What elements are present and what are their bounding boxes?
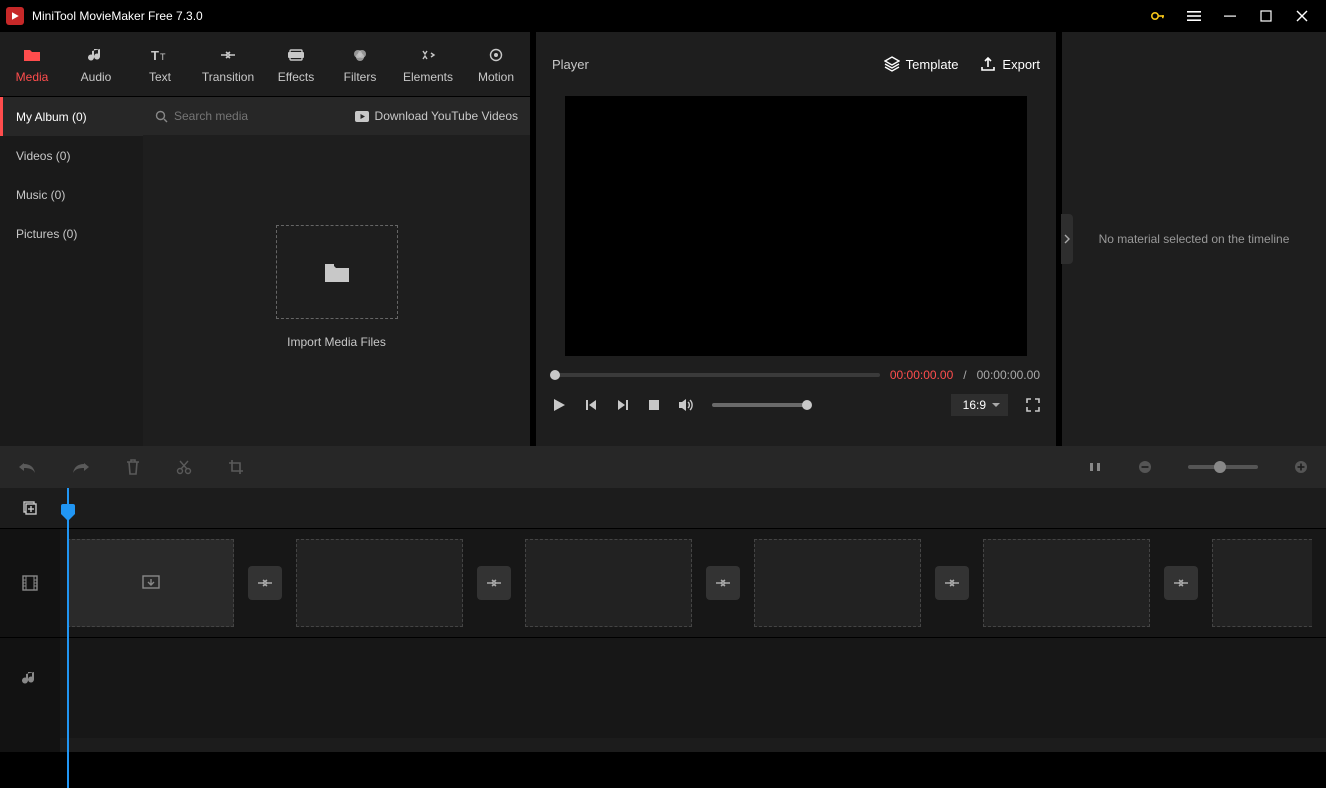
- stop-button[interactable]: [648, 399, 660, 411]
- clip-drop-slot[interactable]: [983, 539, 1150, 627]
- volume-slider[interactable]: [712, 403, 808, 407]
- zoom-out-button[interactable]: [1138, 460, 1152, 474]
- template-button[interactable]: Template: [884, 56, 959, 72]
- menu-icon[interactable]: [1176, 0, 1212, 32]
- aspect-ratio-select[interactable]: 16:9: [951, 394, 1008, 416]
- tab-motion[interactable]: Motion: [464, 32, 528, 96]
- clip-drop-slot[interactable]: [754, 539, 921, 627]
- maximize-button[interactable]: [1248, 0, 1284, 32]
- import-media-box[interactable]: [276, 225, 398, 319]
- time-ruler[interactable]: [60, 488, 1326, 528]
- time-current: 00:00:00.00: [890, 368, 953, 382]
- close-button[interactable]: [1284, 0, 1320, 32]
- media-sidebar: My Album (0) Videos (0) Music (0) Pictur…: [0, 97, 143, 446]
- music-icon: [22, 670, 38, 686]
- media-icon: [23, 44, 41, 66]
- tab-effects[interactable]: Effects: [264, 32, 328, 96]
- motion-icon: [489, 44, 503, 66]
- text-icon: TT: [151, 44, 169, 66]
- add-track-button[interactable]: [0, 488, 60, 528]
- transition-slot[interactable]: [935, 566, 969, 600]
- transition-slot[interactable]: [248, 566, 282, 600]
- transition-slot[interactable]: [477, 566, 511, 600]
- sidebar-item-music[interactable]: Music (0): [0, 175, 143, 214]
- preview-area: [565, 96, 1027, 356]
- prev-frame-button[interactable]: [584, 398, 598, 412]
- undo-button[interactable]: [18, 460, 36, 474]
- playhead[interactable]: [67, 488, 69, 788]
- search-input[interactable]: [174, 109, 314, 123]
- add-track-icon: [22, 500, 38, 516]
- next-frame-button[interactable]: [616, 398, 630, 412]
- tab-text[interactable]: TT Text: [128, 32, 192, 96]
- panel-collapse-handle[interactable]: [1061, 214, 1073, 264]
- search-input-wrap: [155, 109, 347, 123]
- effects-icon: [288, 44, 304, 66]
- chevron-right-icon: [1064, 234, 1070, 244]
- sidebar-item-pictures[interactable]: Pictures (0): [0, 214, 143, 253]
- progress-slider[interactable]: [552, 373, 880, 377]
- minimize-button[interactable]: [1212, 0, 1248, 32]
- clip-drop-slot[interactable]: [67, 539, 234, 627]
- drop-media-icon: [141, 574, 161, 592]
- time-total: 00:00:00.00: [977, 368, 1040, 382]
- delete-button[interactable]: [126, 459, 140, 475]
- titlebar: MiniTool MovieMaker Free 7.3.0: [0, 0, 1326, 32]
- zoom-slider[interactable]: [1188, 465, 1258, 469]
- play-button[interactable]: [552, 398, 566, 412]
- tab-elements[interactable]: Elements: [392, 32, 464, 96]
- audio-track-header: [0, 638, 60, 752]
- volume-button[interactable]: [678, 398, 694, 412]
- search-icon: [155, 110, 168, 123]
- folder-icon: [323, 260, 351, 284]
- export-icon: [980, 56, 996, 72]
- clip-drop-slot[interactable]: [525, 539, 692, 627]
- key-icon[interactable]: [1140, 0, 1176, 32]
- template-icon: [884, 56, 900, 72]
- timeline: [0, 446, 1326, 752]
- transition-slot[interactable]: [1164, 566, 1198, 600]
- crop-button[interactable]: [228, 459, 244, 475]
- tab-media[interactable]: Media: [0, 32, 64, 96]
- tab-filters[interactable]: Filters: [328, 32, 392, 96]
- inspector-panel: No material selected on the timeline: [1062, 32, 1326, 446]
- transition-slot[interactable]: [706, 566, 740, 600]
- svg-text:T: T: [160, 52, 166, 62]
- film-icon: [21, 575, 39, 591]
- player-title: Player: [552, 57, 589, 72]
- audio-track[interactable]: [60, 638, 1326, 738]
- zoom-in-button[interactable]: [1294, 460, 1308, 474]
- split-button[interactable]: [176, 459, 192, 475]
- video-track[interactable]: [60, 528, 1326, 638]
- audio-icon: [88, 44, 104, 66]
- download-youtube-link[interactable]: Download YouTube Videos: [355, 109, 518, 123]
- elements-icon: [420, 44, 436, 66]
- import-media-label: Import Media Files: [287, 335, 386, 349]
- tab-audio[interactable]: Audio: [64, 32, 128, 96]
- youtube-icon: [355, 111, 369, 122]
- fullscreen-button[interactable]: [1026, 398, 1040, 412]
- player-panel: Player Template Export 00:00:00.00 / 00:…: [536, 32, 1056, 446]
- export-button[interactable]: Export: [980, 56, 1040, 72]
- inspector-empty-message: No material selected on the timeline: [1099, 232, 1290, 246]
- redo-button[interactable]: [72, 460, 90, 474]
- fit-timeline-button[interactable]: [1088, 460, 1102, 474]
- video-track-header: [0, 528, 60, 638]
- filters-icon: [352, 44, 368, 66]
- svg-text:T: T: [151, 48, 159, 62]
- media-panel: Media Audio TT Text Transition Effects F…: [0, 32, 530, 446]
- sidebar-item-videos[interactable]: Videos (0): [0, 136, 143, 175]
- sidebar-item-album[interactable]: My Album (0): [0, 97, 143, 136]
- app-logo: [6, 7, 24, 25]
- main-tabs: Media Audio TT Text Transition Effects F…: [0, 32, 530, 96]
- tab-transition[interactable]: Transition: [192, 32, 264, 96]
- clip-drop-slot[interactable]: [296, 539, 463, 627]
- transition-icon: [219, 44, 237, 66]
- app-title: MiniTool MovieMaker Free 7.3.0: [32, 9, 203, 23]
- clip-drop-slot[interactable]: [1212, 539, 1312, 627]
